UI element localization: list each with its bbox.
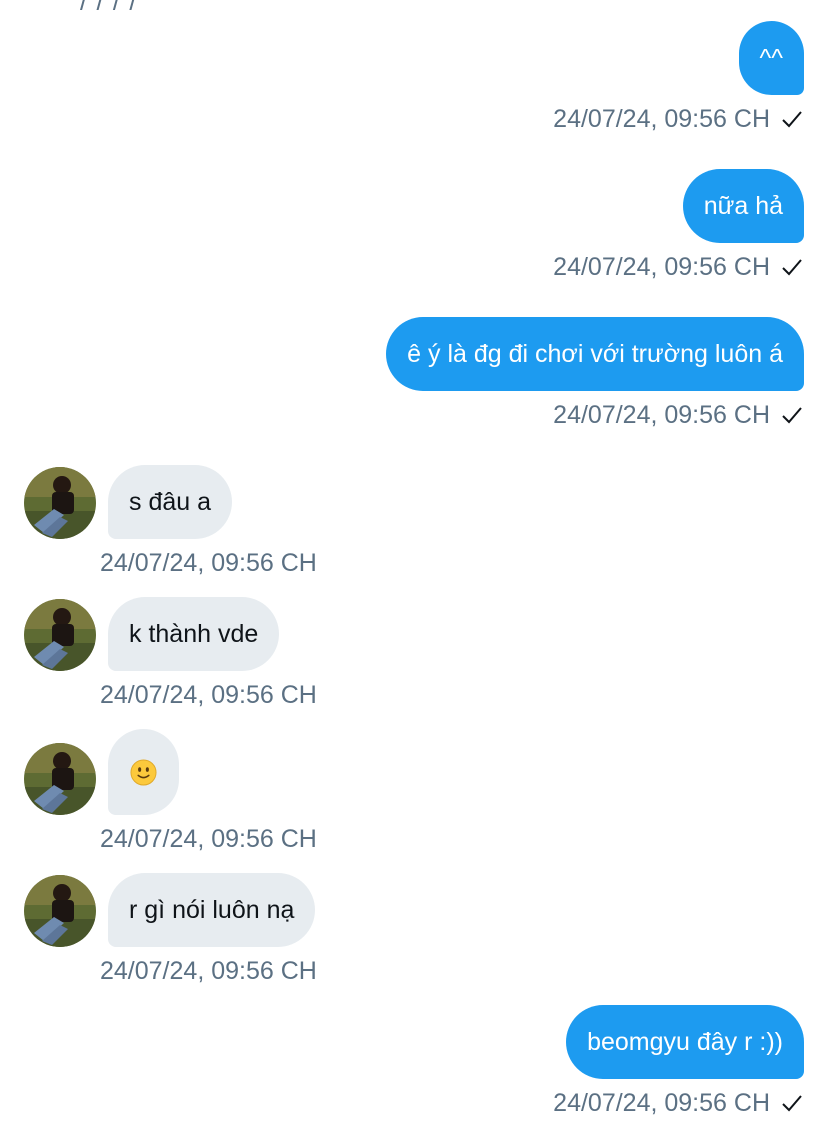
slightly-smiling-face-icon — [130, 758, 157, 786]
outgoing-message-bubble[interactable]: ê ý là đg đi chơi với trường luôn á — [386, 317, 804, 391]
message-timestamp: 24/07/24, 09:56 CH — [553, 399, 804, 431]
message-timestamp: 24/07/24, 09:56 CH — [100, 823, 317, 855]
message-timestamp: 24/07/24, 09:56 CH — [553, 103, 804, 135]
timestamp-text: 24/07/24, 09:56 CH — [553, 105, 770, 133]
incoming-message-bubble[interactable] — [108, 729, 179, 815]
message-text: k thành vde — [129, 619, 259, 648]
message-timestamp: 24/07/24, 09:56 CH — [100, 955, 317, 987]
message-text: r gì nói luôn nạ — [129, 895, 295, 924]
checkmark-icon — [782, 111, 802, 128]
outgoing-message-bubble[interactable]: beomgyu đây r :)) — [566, 1005, 804, 1079]
timestamp-text: 24/07/24, 09:56 CH — [100, 681, 317, 709]
message-timestamp: 24/07/24, 09:56 CH — [553, 251, 804, 283]
message-timestamp: 24/07/24, 09:56 CH — [553, 1087, 804, 1119]
timestamp-text: 24/07/24, 09:56 CH — [100, 549, 317, 577]
timestamp-text: 24/07/24, 09:56 CH — [553, 401, 770, 429]
avatar[interactable] — [24, 599, 96, 671]
outgoing-message-bubble[interactable]: ^^ — [738, 21, 804, 95]
outgoing-message-bubble[interactable]: nữa hả — [682, 169, 804, 243]
timestamp-text: 24/07/24, 09:56 CH — [553, 1089, 770, 1117]
timestamp-text: 24/07/24, 09:56 CH — [553, 253, 770, 281]
checkmark-icon — [782, 1095, 802, 1112]
message-text: beomgyu đây r :)) — [587, 1027, 783, 1056]
checkmark-icon — [782, 259, 802, 276]
avatar[interactable] — [24, 467, 96, 539]
incoming-message-bubble[interactable]: r gì nói luôn nạ — [108, 873, 316, 947]
incoming-message-bubble[interactable]: k thành vde — [108, 597, 280, 671]
message-text: ^^ — [759, 43, 783, 72]
message-timestamp: 24/07/24, 09:56 CH — [100, 679, 317, 711]
message-text: s đâu a — [129, 487, 212, 516]
message-text: ê ý là đg đi chơi với trường luôn á — [407, 339, 783, 368]
avatar[interactable] — [24, 743, 96, 815]
timestamp-text: 24/07/24, 09:56 CH — [100, 957, 317, 985]
avatar[interactable] — [24, 875, 96, 947]
timestamp-text: 24/07/24, 09:56 CH — [100, 825, 317, 853]
message-text: nữa hả — [703, 191, 783, 220]
previous-timestamp-fragment: / / / / — [80, 0, 138, 16]
checkmark-icon — [782, 407, 802, 424]
incoming-message-bubble[interactable]: s đâu a — [108, 465, 233, 539]
message-timestamp: 24/07/24, 09:56 CH — [100, 547, 317, 579]
